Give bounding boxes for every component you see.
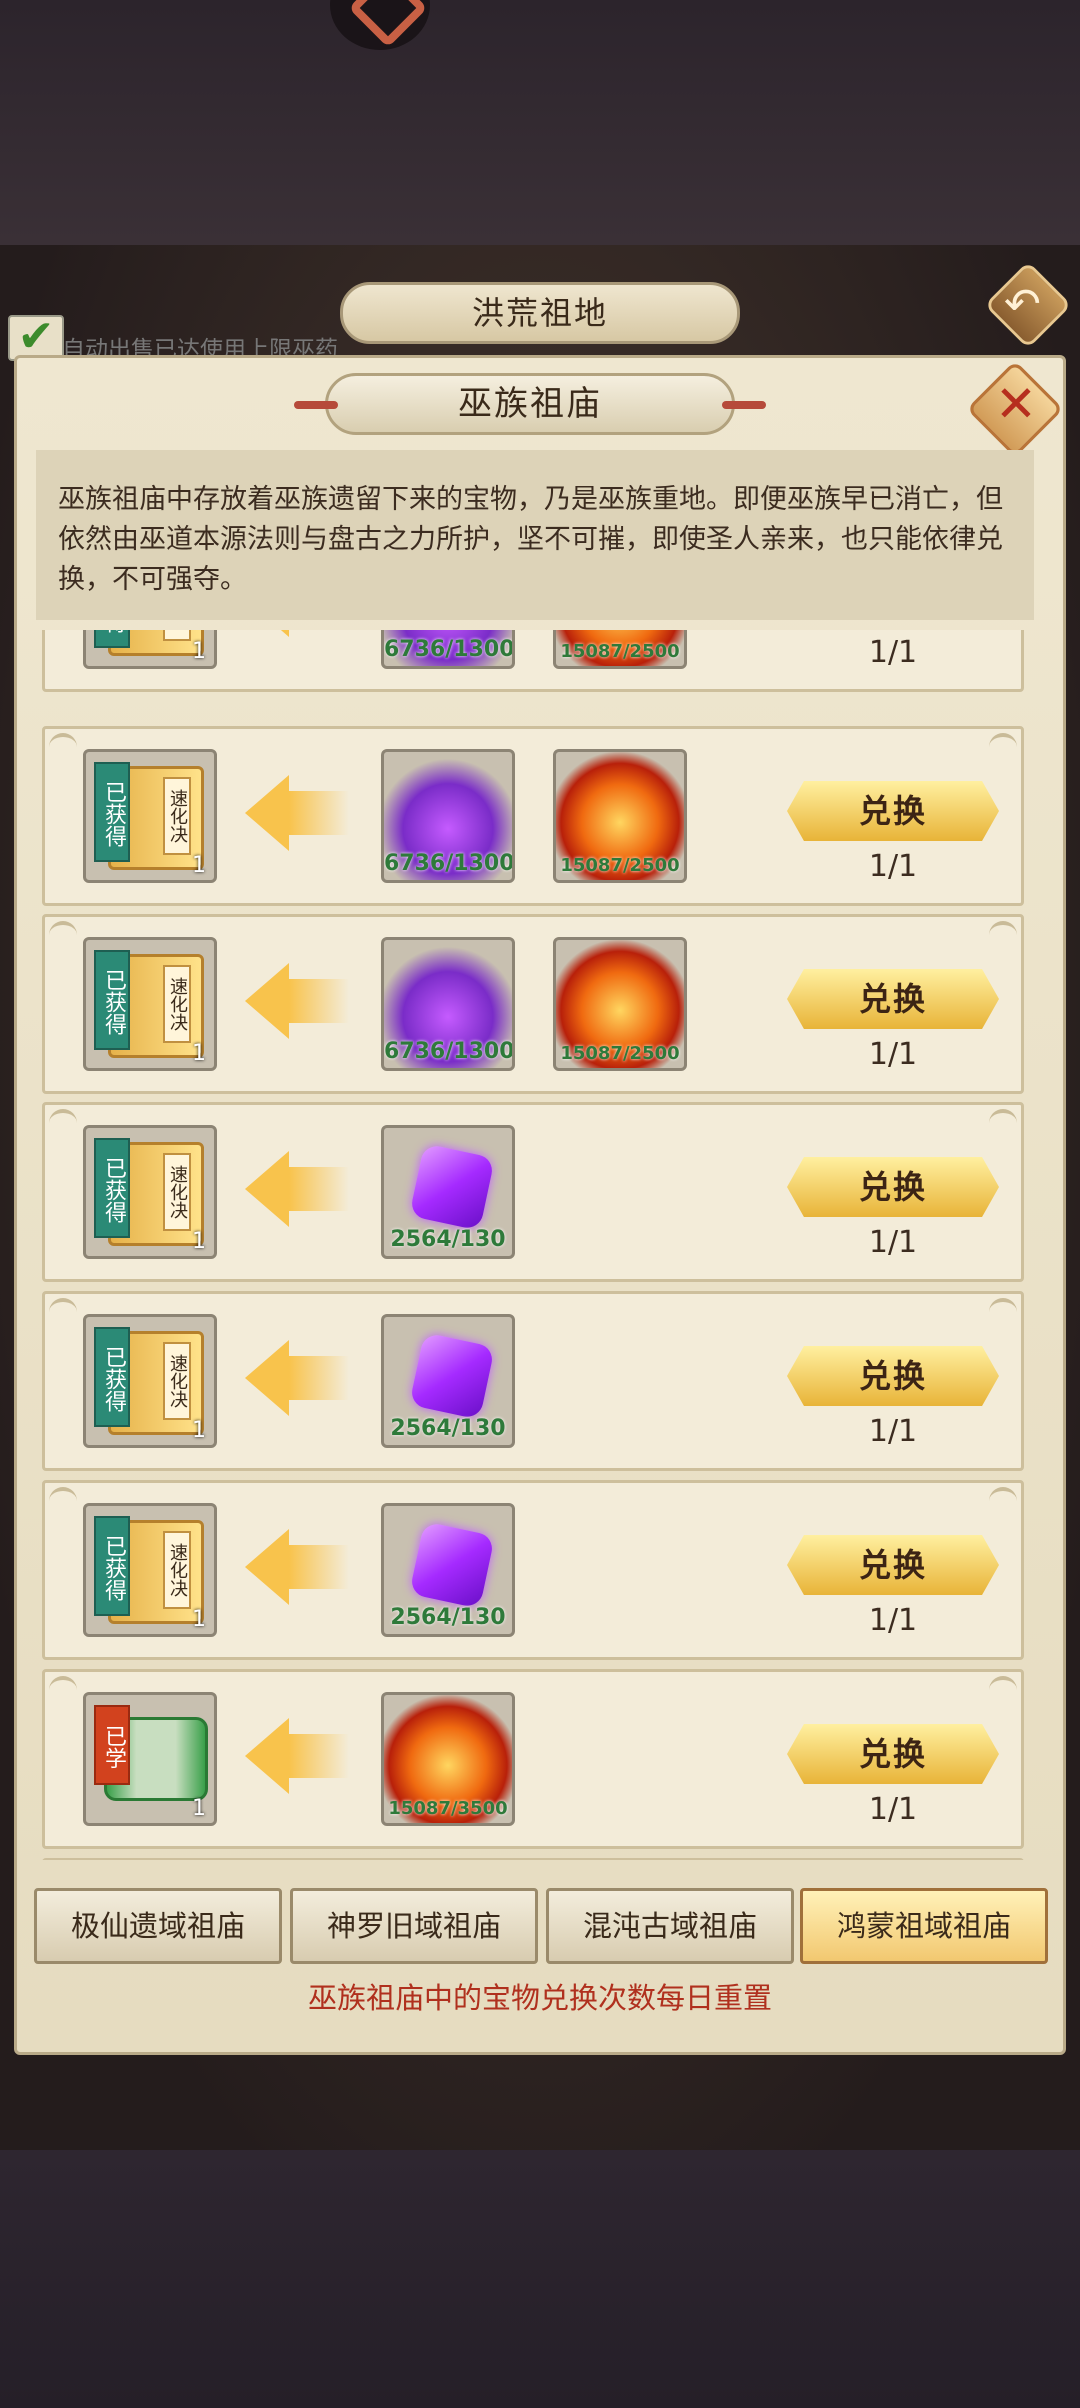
exchange-button[interactable]: 兑换	[787, 781, 999, 841]
cost-slot-flame[interactable]: 15087/3500	[381, 1692, 515, 1826]
reward-slot[interactable]: 速化决 已获得 1	[83, 1503, 217, 1637]
exchange-list[interactable]: 速化决 已获得 1 6736/1300 15087/2500 兑换 1/1 速化…	[38, 630, 1028, 1860]
top-background	[0, 0, 1080, 245]
cost-slot-flame[interactable]: 15087/2500	[553, 749, 687, 883]
obtained-tag: 已获得	[94, 1516, 130, 1616]
back-arrow-icon[interactable]: ↶	[1004, 282, 1041, 328]
tab-jixian[interactable]: 极仙遗域祖庙	[34, 1888, 282, 1964]
cost-count: 6736/1300	[384, 1039, 515, 1064]
tab-hundun[interactable]: 混沌古域祖庙	[546, 1888, 794, 1964]
cost-count: 15087/2500	[560, 641, 680, 662]
temple-description: 巫族祖庙中存放着巫族遗留下来的宝物，乃是巫族重地。即便巫族早已消亡，但依然由巫道…	[36, 450, 1034, 620]
exchange-row: 速化决 已获得 1 2564/130 兑换 1/1	[42, 1102, 1024, 1282]
reward-qty: 1	[192, 853, 206, 878]
cost-slot-essence[interactable]: 6736/1300	[381, 630, 515, 669]
reward-slot[interactable]: 速化决 已获得 1	[83, 630, 217, 669]
exchange-limit: 1/1	[868, 635, 918, 670]
exchange-arrow-icon	[245, 1340, 289, 1416]
crystal-icon	[409, 1143, 495, 1231]
reward-qty: 1	[192, 1418, 206, 1443]
exchange-limit: 1/1	[868, 1603, 918, 1638]
tab-hongmeng[interactable]: 鸿蒙祖域祖庙	[800, 1888, 1048, 1964]
outer-title: 洪荒祖地	[340, 282, 740, 344]
learned-tag: 已学	[94, 1705, 130, 1785]
cost-slot-crystal[interactable]: 2564/130	[381, 1503, 515, 1637]
crystal-icon	[409, 1521, 495, 1609]
exchange-arrow-icon	[245, 1151, 289, 1227]
cost-count: 15087/2500	[560, 855, 680, 876]
cost-count: 6736/1300	[384, 851, 515, 876]
panel-title: 巫族祖庙	[294, 373, 766, 435]
exchange-limit: 1/1	[868, 849, 918, 884]
reward-qty: 1	[192, 1229, 206, 1254]
cost-count: 2564/130	[390, 1605, 506, 1630]
exchange-button[interactable]: 兑换	[787, 1346, 999, 1406]
exchange-arrow-icon	[245, 630, 289, 637]
exchange-row	[42, 1858, 1024, 1860]
cost-slot-essence[interactable]: 6736/1300	[381, 749, 515, 883]
obtained-tag: 已获得	[94, 1327, 130, 1427]
exchange-row: 已学 1 15087/3500 兑换 1/1	[42, 1669, 1024, 1849]
reset-note: 巫族祖庙中的宝物兑换次数每日重置	[307, 1981, 772, 2015]
exchange-limit: 1/1	[868, 1414, 918, 1449]
cost-count: 6736/1300	[384, 637, 515, 662]
cost-slot-essence[interactable]: 6736/1300	[381, 937, 515, 1071]
obtained-tag: 已获得	[94, 950, 130, 1050]
exchange-button[interactable]: 兑换	[787, 969, 999, 1029]
cost-slot-crystal[interactable]: 2564/130	[381, 1314, 515, 1448]
reward-qty: 1	[192, 1607, 206, 1632]
exchange-arrow-icon	[245, 963, 289, 1039]
cost-slot-flame[interactable]: 15087/2500	[553, 630, 687, 669]
exchange-limit: 1/1	[868, 1792, 918, 1827]
temple-tabs: 极仙遗域祖庙 神罗旧域祖庙 混沌古域祖庙 鸿蒙祖域祖庙	[34, 1888, 1048, 1964]
reward-slot[interactable]: 速化决 已获得 1	[83, 749, 217, 883]
exchange-button[interactable]: 兑换	[787, 1724, 999, 1784]
crystal-icon	[409, 1332, 495, 1420]
cost-count: 2564/130	[390, 1416, 506, 1441]
cost-count: 15087/2500	[560, 1043, 680, 1064]
exchange-arrow-icon	[245, 1529, 289, 1605]
exchange-arrow-icon	[245, 775, 289, 851]
exchange-arrow-icon	[245, 1718, 289, 1794]
reward-qty: 1	[192, 639, 206, 664]
cost-slot-flame[interactable]: 15087/2500	[553, 937, 687, 1071]
reward-slot[interactable]: 速化决 已获得 1	[83, 1125, 217, 1259]
reward-slot[interactable]: 速化决 已获得 1	[83, 1314, 217, 1448]
tab-shenluo[interactable]: 神罗旧域祖庙	[290, 1888, 538, 1964]
reward-slot[interactable]: 已学 1	[83, 1692, 217, 1826]
reward-slot[interactable]: 速化决 已获得 1	[83, 937, 217, 1071]
bottom-background	[0, 2150, 1080, 2408]
reward-qty: 1	[192, 1796, 206, 1821]
exchange-row: 速化决 已获得 1 6736/1300 15087/2500 兑换 1/1	[42, 630, 1024, 692]
exchange-button[interactable]: 兑换	[787, 1535, 999, 1595]
cost-count: 2564/130	[390, 1227, 506, 1252]
exchange-row: 速化决 已获得 1 6736/1300 15087/2500 兑换 1/1	[42, 914, 1024, 1094]
reward-qty: 1	[192, 1041, 206, 1066]
cost-count: 15087/3500	[388, 1798, 508, 1819]
close-icon[interactable]: ✕	[993, 376, 1039, 432]
obtained-tag: 已获得	[94, 762, 130, 862]
obtained-tag: 已获得	[94, 1138, 130, 1238]
cost-slot-crystal[interactable]: 2564/130	[381, 1125, 515, 1259]
obtained-tag: 已获得	[94, 630, 130, 648]
exchange-limit: 1/1	[868, 1225, 918, 1260]
exchange-row: 速化决 已获得 1 2564/130 兑换 1/1	[42, 1480, 1024, 1660]
exchange-limit: 1/1	[868, 1037, 918, 1072]
exchange-row: 速化决 已获得 1 2564/130 兑换 1/1	[42, 1291, 1024, 1471]
exchange-row: 速化决 已获得 1 6736/1300 15087/2500 兑换 1/1	[42, 726, 1024, 906]
exchange-button[interactable]: 兑换	[787, 1157, 999, 1217]
